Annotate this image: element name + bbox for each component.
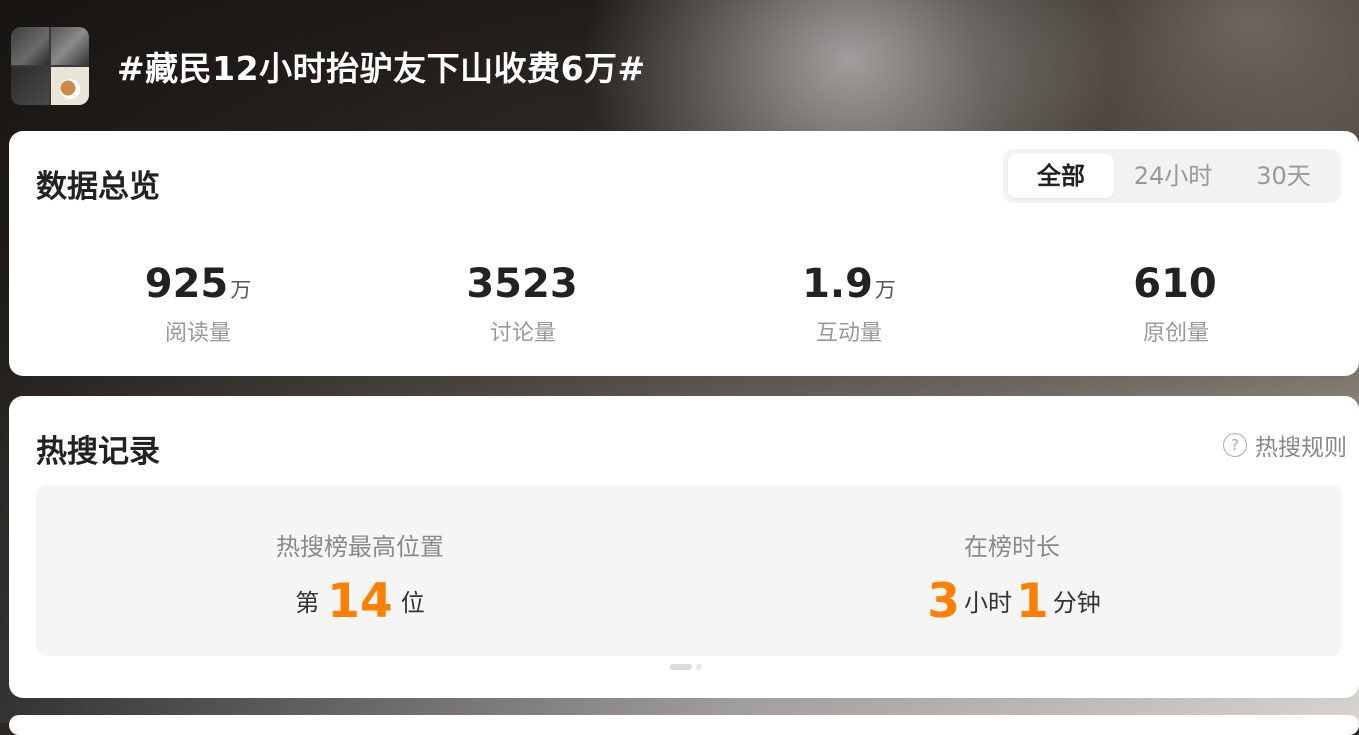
hot-search-card: 热搜记录 ? 热搜规则 热搜榜最高位置 第 14 位 在榜时长 3 小时1 分钟 (9, 396, 1359, 698)
stat-reads: 925万 阅读量 (98, 261, 298, 347)
topic-thumbnail (11, 27, 89, 105)
stat-reads-label: 阅读量 (164, 321, 231, 346)
hot-search-rules-link[interactable]: ? 热搜规则 (1223, 428, 1347, 462)
stat-reads-unit: 万 (230, 278, 252, 302)
hot-search-panel: 热搜榜最高位置 第 14 位 在榜时长 3 小时1 分钟 (36, 485, 1342, 656)
carousel-indicator (670, 664, 702, 670)
topic-title: #藏民12小时抬驴友下山收费6万# (117, 49, 646, 88)
stat-originals-label: 原创量 (1142, 321, 1209, 346)
highest-position-prefix: 第 (295, 589, 320, 617)
hot-search-title: 热搜记录 (36, 434, 160, 470)
duration-block: 在榜时长 3 小时1 分钟 (762, 527, 1262, 629)
stat-originals-value: 610 (1133, 261, 1217, 307)
highest-position-suffix: 位 (400, 589, 425, 617)
stat-discussions-value: 3523 (466, 261, 578, 307)
duration-hours: 3 (927, 574, 960, 629)
time-range-tabs: 全部 24小时 30天 (1003, 149, 1341, 203)
carousel-dot-active[interactable] (670, 664, 692, 670)
stat-interactions-label: 互动量 (815, 321, 882, 346)
stat-originals: 610 原创量 (1076, 261, 1276, 347)
highest-position-value: 14 (327, 574, 393, 629)
duration-hours-unit: 小时 (964, 589, 1012, 617)
tab-30d[interactable]: 30天 (1231, 154, 1336, 198)
hot-search-rules-label: 热搜规则 (1255, 435, 1347, 461)
highest-position-label: 热搜榜最高位置 (276, 533, 444, 561)
stat-interactions-value: 1.9 (802, 261, 873, 307)
duration-label: 在榜时长 (964, 533, 1060, 561)
data-overview-card: 数据总览 全部 24小时 30天 925万 阅读量 3523 讨论量 1.9万 … (9, 131, 1359, 376)
duration-minutes-unit: 分钟 (1052, 589, 1101, 617)
stat-interactions-unit: 万 (874, 278, 896, 302)
tab-all[interactable]: 全部 (1008, 154, 1114, 198)
duration-minutes: 1 (1016, 574, 1049, 629)
stat-discussions-label: 讨论量 (489, 321, 556, 346)
overview-title: 数据总览 (36, 169, 160, 205)
carousel-dot[interactable] (696, 664, 702, 670)
question-circle-icon: ? (1223, 433, 1247, 457)
highest-position-block: 热搜榜最高位置 第 14 位 (110, 527, 610, 629)
topic-header: #藏民12小时抬驴友下山收费6万# (0, 0, 1359, 130)
stat-interactions: 1.9万 互动量 (749, 261, 949, 347)
tab-24h[interactable]: 24小时 (1118, 154, 1228, 198)
stat-discussions: 3523 讨论量 (423, 261, 623, 347)
stat-reads-value: 925 (144, 261, 229, 307)
next-card-edge (9, 715, 1359, 735)
